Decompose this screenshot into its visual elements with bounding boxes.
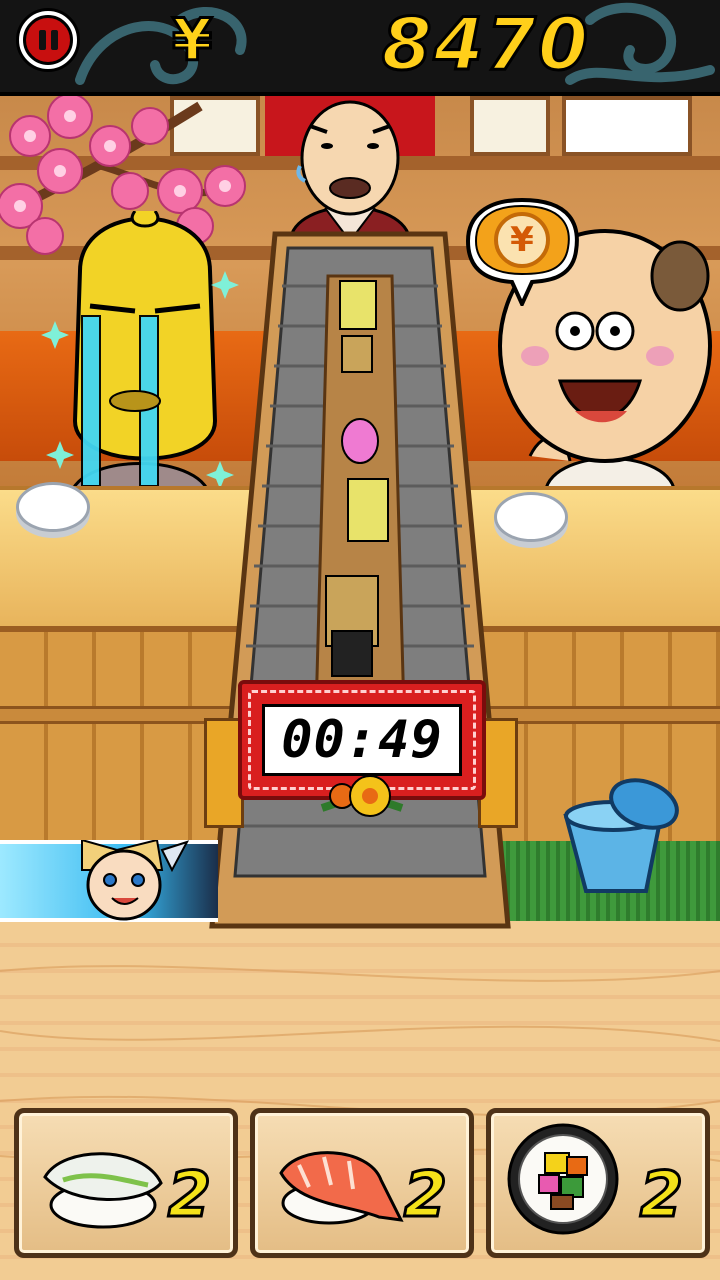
shrimp-nigiri-icon xyxy=(279,1151,404,1225)
currency-icon: ¥ xyxy=(170,5,213,76)
score-counter: 8470 xyxy=(380,1,590,88)
futomaki-roll-icon xyxy=(507,1123,619,1235)
menu-card-futomaki-roll[interactable]: 2 xyxy=(486,1108,710,1258)
player-portrait-banner xyxy=(0,840,218,922)
shrimp-nigiri-count: 2 xyxy=(402,1157,448,1233)
menu-board xyxy=(562,96,692,156)
pause-button[interactable] xyxy=(16,8,80,72)
pause-icon xyxy=(23,15,73,65)
wave-pattern-decoration xyxy=(75,6,247,85)
squid-nigiri-count: 2 xyxy=(166,1157,212,1233)
menu-card-squid-nigiri[interactable]: 2 xyxy=(14,1108,238,1258)
sushi-bar-scene: ¥ 00:49 xyxy=(0,96,720,1280)
water-bucket-icon[interactable] xyxy=(556,776,686,896)
futomaki-roll-count: 2 xyxy=(638,1157,684,1233)
squid-nigiri-icon xyxy=(43,1152,163,1229)
player-avatar xyxy=(81,840,190,921)
menu-card-shrimp-nigiri[interactable]: 2 xyxy=(250,1108,474,1258)
top-hud-bar: ¥ 8470 xyxy=(0,0,720,96)
shoji-window xyxy=(470,96,550,156)
sushi-chef-character xyxy=(265,96,435,241)
countdown-timer: 00:49 xyxy=(262,704,462,776)
empty-plate-left xyxy=(16,482,90,532)
flower-ornament-icon xyxy=(320,775,404,817)
